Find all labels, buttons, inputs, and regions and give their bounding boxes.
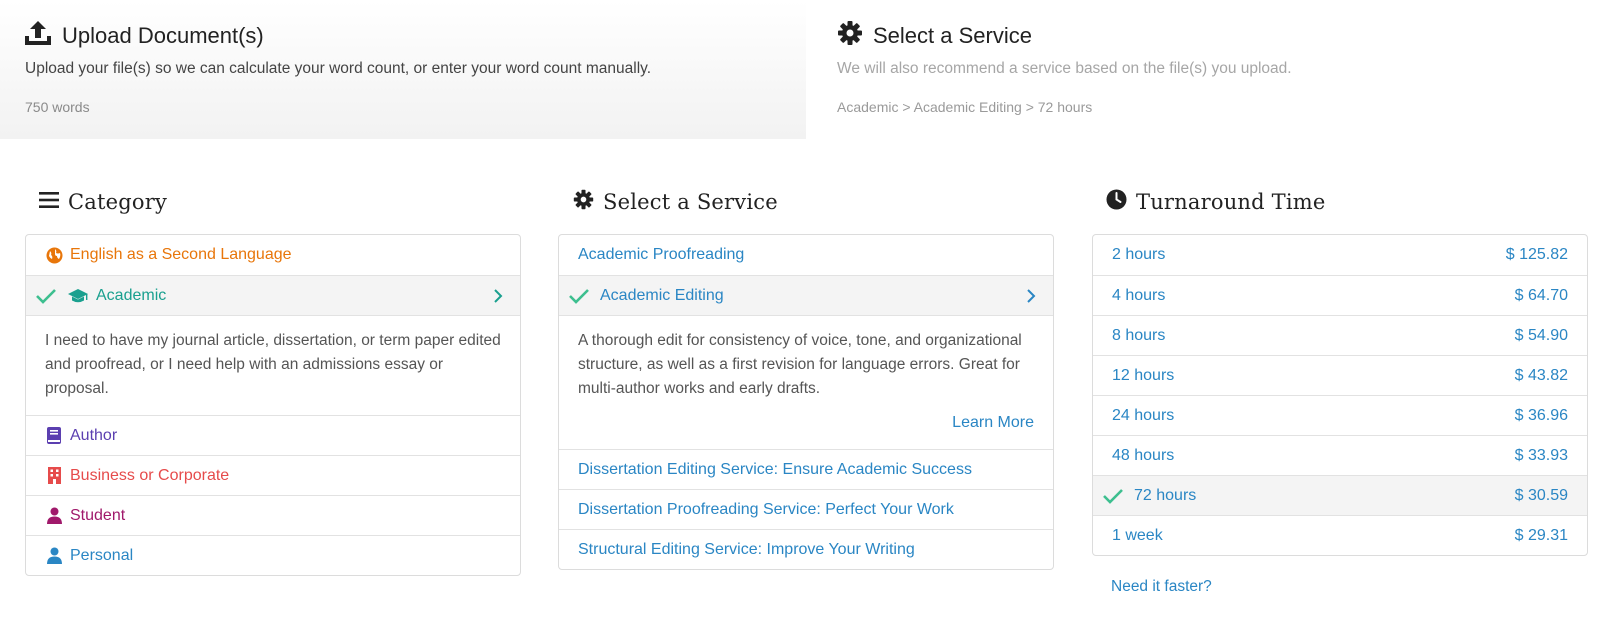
user-icon xyxy=(45,547,63,565)
category-list: English as a Second Language Academic I … xyxy=(25,234,521,576)
chevron-right-icon xyxy=(491,288,505,303)
category-item-label: Author xyxy=(70,426,118,444)
turnaround-option[interactable]: 48 hours $ 33.93 xyxy=(1093,435,1587,475)
turnaround-label: 12 hours xyxy=(1112,366,1175,384)
category-item-esl[interactable]: English as a Second Language xyxy=(26,235,520,275)
service-step-header: Select a Service xyxy=(837,20,1032,51)
graduation-cap-icon xyxy=(67,287,89,305)
service-item-label: Academic Editing xyxy=(600,286,724,304)
service-item-academic-editing[interactable]: Academic Editing xyxy=(559,275,1053,315)
chevron-right-icon xyxy=(1024,288,1038,303)
category-item-business[interactable]: Business or Corporate xyxy=(26,455,520,495)
service-item-label: Dissertation Proofreading Service: Perfe… xyxy=(578,500,954,518)
menu-icon xyxy=(39,191,59,214)
turnaround-option[interactable]: 8 hours $ 54.90 xyxy=(1093,315,1587,355)
gear-icon xyxy=(573,189,594,215)
turnaround-option-selected[interactable]: 72 hours $ 30.59 xyxy=(1093,475,1587,515)
turnaround-option[interactable]: 12 hours $ 43.82 xyxy=(1093,355,1587,395)
service-step-description: We will also recommend a service based o… xyxy=(837,60,1292,77)
turnaround-price: $ 125.82 xyxy=(1505,246,1568,263)
service-step-title: Select a Service xyxy=(873,22,1032,48)
turnaround-label: 72 hours xyxy=(1134,486,1197,504)
selection-breadcrumb: Academic > Academic Editing > 72 hours xyxy=(837,99,1093,115)
category-item-student[interactable]: Student xyxy=(26,495,520,535)
service-description: A thorough edit for consistency of voice… xyxy=(559,315,1053,449)
turnaround-price: $ 29.31 xyxy=(1514,526,1568,544)
turnaround-price: $ 36.96 xyxy=(1514,406,1568,424)
category-title: Category xyxy=(68,190,168,214)
clock-icon xyxy=(1106,189,1127,215)
service-item-dissertation-proofreading[interactable]: Dissertation Proofreading Service: Perfe… xyxy=(559,489,1053,529)
user-icon xyxy=(45,507,63,525)
turnaround-list: 2 hours $ 125.82 4 hours $ 64.70 8 hours… xyxy=(1092,234,1588,556)
turnaround-price: $ 43.82 xyxy=(1514,366,1568,384)
building-icon xyxy=(45,467,63,485)
category-item-label: English as a Second Language xyxy=(70,246,292,263)
category-column: Category English as a Second Language Ac… xyxy=(25,185,521,576)
upload-step-title: Upload Document(s) xyxy=(62,22,264,48)
upload-icon xyxy=(24,20,52,51)
category-description: I need to have my journal article, disse… xyxy=(26,315,520,415)
turnaround-option[interactable]: 1 week $ 29.31 xyxy=(1093,515,1587,555)
service-description-text: A thorough edit for consistency of voice… xyxy=(578,332,1022,397)
category-item-author[interactable]: Author xyxy=(26,415,520,455)
learn-more-link[interactable]: Learn More xyxy=(578,411,1034,435)
category-item-label: Business or Corporate xyxy=(70,466,230,484)
turnaround-label: 1 week xyxy=(1112,526,1163,544)
upload-step[interactable]: Upload Document(s) Upload your file(s) s… xyxy=(0,0,806,139)
category-item-label: Academic xyxy=(96,286,167,304)
upload-step-description: Upload your file(s) so we can calculate … xyxy=(25,60,652,77)
service-item-label: Structural Editing Service: Improve Your… xyxy=(578,540,915,558)
turnaround-column: Turnaround Time 2 hours $ 125.82 4 hours… xyxy=(1092,185,1588,596)
service-step[interactable]: Select a Service We will also recommend … xyxy=(806,0,1600,139)
turnaround-label: 48 hours xyxy=(1112,446,1175,464)
book-icon xyxy=(45,427,63,445)
turnaround-label: 8 hours xyxy=(1112,326,1166,344)
service-item-label: Dissertation Editing Service: Ensure Aca… xyxy=(578,460,972,478)
turnaround-price: $ 54.90 xyxy=(1514,326,1568,344)
turnaround-option[interactable]: 24 hours $ 36.96 xyxy=(1093,395,1587,435)
turnaround-price: $ 64.70 xyxy=(1514,286,1568,304)
category-item-label: Personal xyxy=(70,546,134,564)
category-item-academic[interactable]: Academic xyxy=(26,275,520,315)
checkmark-icon xyxy=(568,287,590,305)
gear-icon xyxy=(837,20,863,51)
upload-step-header: Upload Document(s) xyxy=(24,20,264,51)
service-item-dissertation-editing[interactable]: Dissertation Editing Service: Ensure Aca… xyxy=(559,449,1053,489)
word-count: 750 words xyxy=(25,99,90,115)
category-item-personal[interactable]: Personal xyxy=(26,535,520,575)
turnaround-label: 24 hours xyxy=(1112,406,1175,424)
turnaround-option[interactable]: 4 hours $ 64.70 xyxy=(1093,275,1587,315)
service-column: Select a Service Academic Proofreading A… xyxy=(558,185,1054,570)
service-list: Academic Proofreading Academic Editing A… xyxy=(558,234,1054,570)
turnaround-header: Turnaround Time xyxy=(1092,185,1588,219)
checkmark-icon xyxy=(35,287,57,305)
service-header: Select a Service xyxy=(558,185,1054,219)
globe-icon xyxy=(45,246,63,264)
turnaround-option[interactable]: 2 hours $ 125.82 xyxy=(1093,235,1587,275)
turnaround-label: 2 hours xyxy=(1112,246,1166,263)
category-item-label: Student xyxy=(70,506,126,524)
turnaround-label: 4 hours xyxy=(1112,286,1166,304)
need-faster-link[interactable]: Need it faster? xyxy=(1092,578,1588,596)
service-item-structural-editing[interactable]: Structural Editing Service: Improve Your… xyxy=(559,529,1053,569)
service-title: Select a Service xyxy=(603,190,778,214)
turnaround-price: $ 33.93 xyxy=(1514,446,1568,464)
service-item-label: Academic Proofreading xyxy=(578,246,745,263)
category-header: Category xyxy=(25,185,521,219)
service-item-academic-proofreading[interactable]: Academic Proofreading xyxy=(559,235,1053,275)
turnaround-title: Turnaround Time xyxy=(1136,190,1326,214)
turnaround-price: $ 30.59 xyxy=(1514,486,1568,504)
checkmark-icon xyxy=(1102,487,1124,505)
